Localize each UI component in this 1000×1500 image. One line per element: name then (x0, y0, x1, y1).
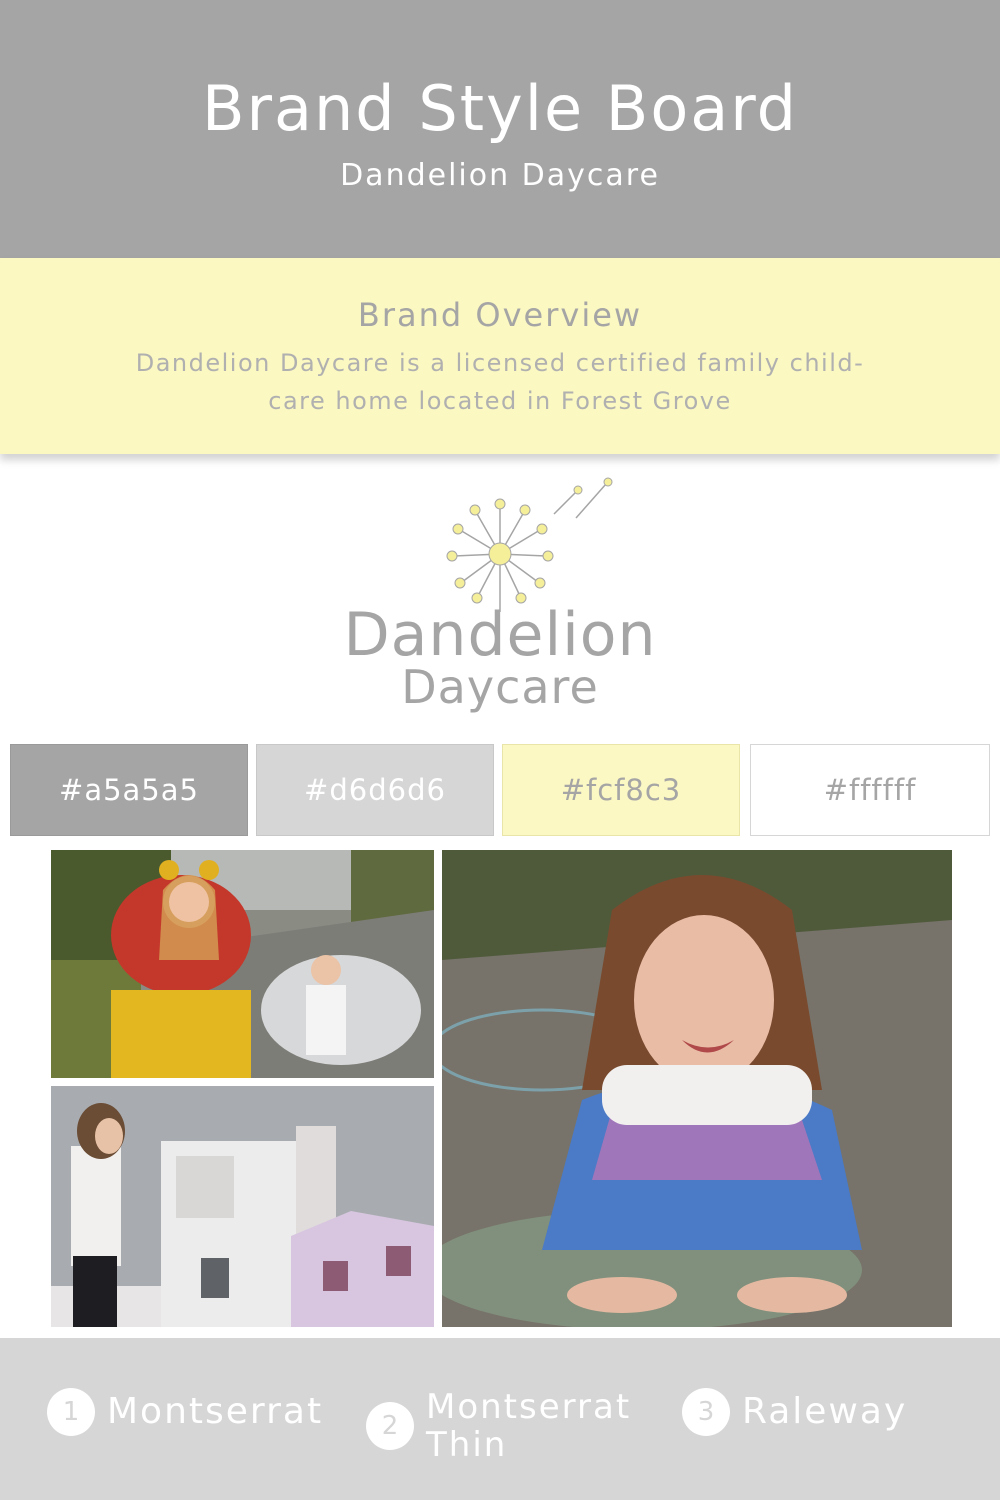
photo-chalk-child (442, 850, 952, 1327)
font-list: 1 Montserrat 2 Montserrat Thin 3 Raleway (0, 1338, 1000, 1500)
font-name: Montserrat (107, 1391, 324, 1432)
page-title: Brand Style Board (201, 72, 799, 145)
overview-text: Dandelion Daycare is a licensed certifie… (135, 349, 865, 415)
font-name: Montserrat Thin (426, 1387, 632, 1465)
photo-toy-kitchen (51, 1086, 434, 1327)
font-number-badge: 3 (682, 1388, 730, 1436)
swatch-ffffff: #ffffff (750, 744, 990, 836)
overview-heading: Brand Overview (357, 296, 643, 334)
font-item: 1 Montserrat (47, 1388, 323, 1436)
page-subtitle: Dandelion Daycare (340, 158, 660, 193)
swatch-a5a5a5: #a5a5a5 (10, 744, 248, 836)
font-item: 2 Montserrat Thin (366, 1388, 646, 1464)
logo: Dandelion Daycare (300, 472, 700, 722)
font-name: Raleway (742, 1391, 908, 1432)
header: Brand Style Board Dandelion Daycare (0, 0, 1000, 258)
swatch-label: #d6d6d6 (304, 773, 446, 807)
brand-overview: Brand Overview Dandelion Daycare is a li… (0, 258, 1000, 454)
swatch-label: #fcf8c3 (560, 773, 682, 807)
font-number-badge: 2 (366, 1402, 414, 1450)
dandelion-icon (446, 477, 613, 612)
swatch-d6d6d6: #d6d6d6 (256, 744, 494, 836)
swatch-label: #a5a5a5 (59, 773, 199, 807)
font-item: 3 Raleway (682, 1388, 907, 1436)
logo-wordmark-line2: Daycare (401, 660, 599, 714)
photo-costumes (51, 850, 434, 1078)
swatch-label: #ffffff (823, 773, 917, 807)
swatch-fcf8c3: #fcf8c3 (502, 744, 740, 836)
font-number-badge: 1 (47, 1388, 95, 1436)
